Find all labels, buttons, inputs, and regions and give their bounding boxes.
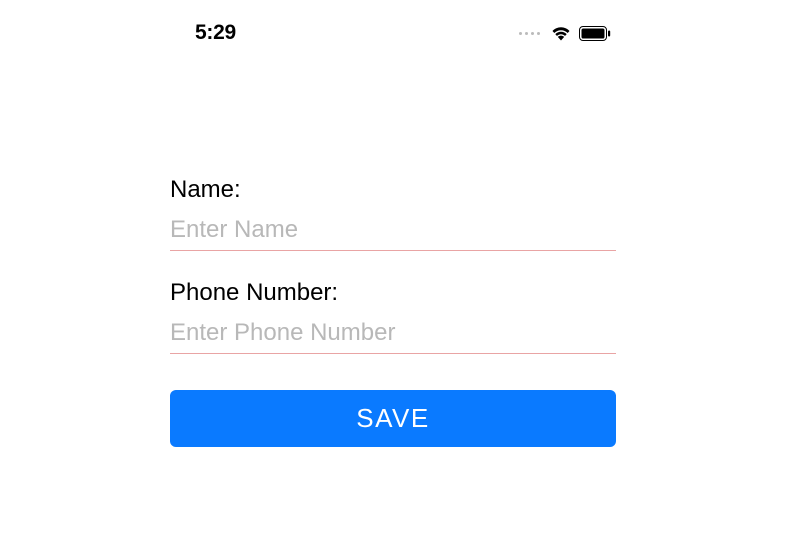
battery-icon bbox=[579, 26, 611, 41]
form-container: Name: Phone Number: SAVE bbox=[0, 48, 786, 447]
wifi-icon bbox=[550, 25, 572, 41]
save-button[interactable]: SAVE bbox=[170, 390, 616, 447]
name-input[interactable] bbox=[170, 212, 616, 251]
name-field-group: Name: bbox=[170, 176, 616, 251]
cellular-dots-icon bbox=[519, 32, 540, 35]
status-icons bbox=[519, 25, 611, 41]
status-bar: 5:29 bbox=[0, 0, 786, 48]
name-label: Name: bbox=[170, 176, 616, 204]
phone-input[interactable] bbox=[170, 315, 616, 354]
status-time: 5:29 bbox=[195, 21, 236, 45]
phone-field-group: Phone Number: bbox=[170, 279, 616, 354]
phone-label: Phone Number: bbox=[170, 279, 616, 307]
